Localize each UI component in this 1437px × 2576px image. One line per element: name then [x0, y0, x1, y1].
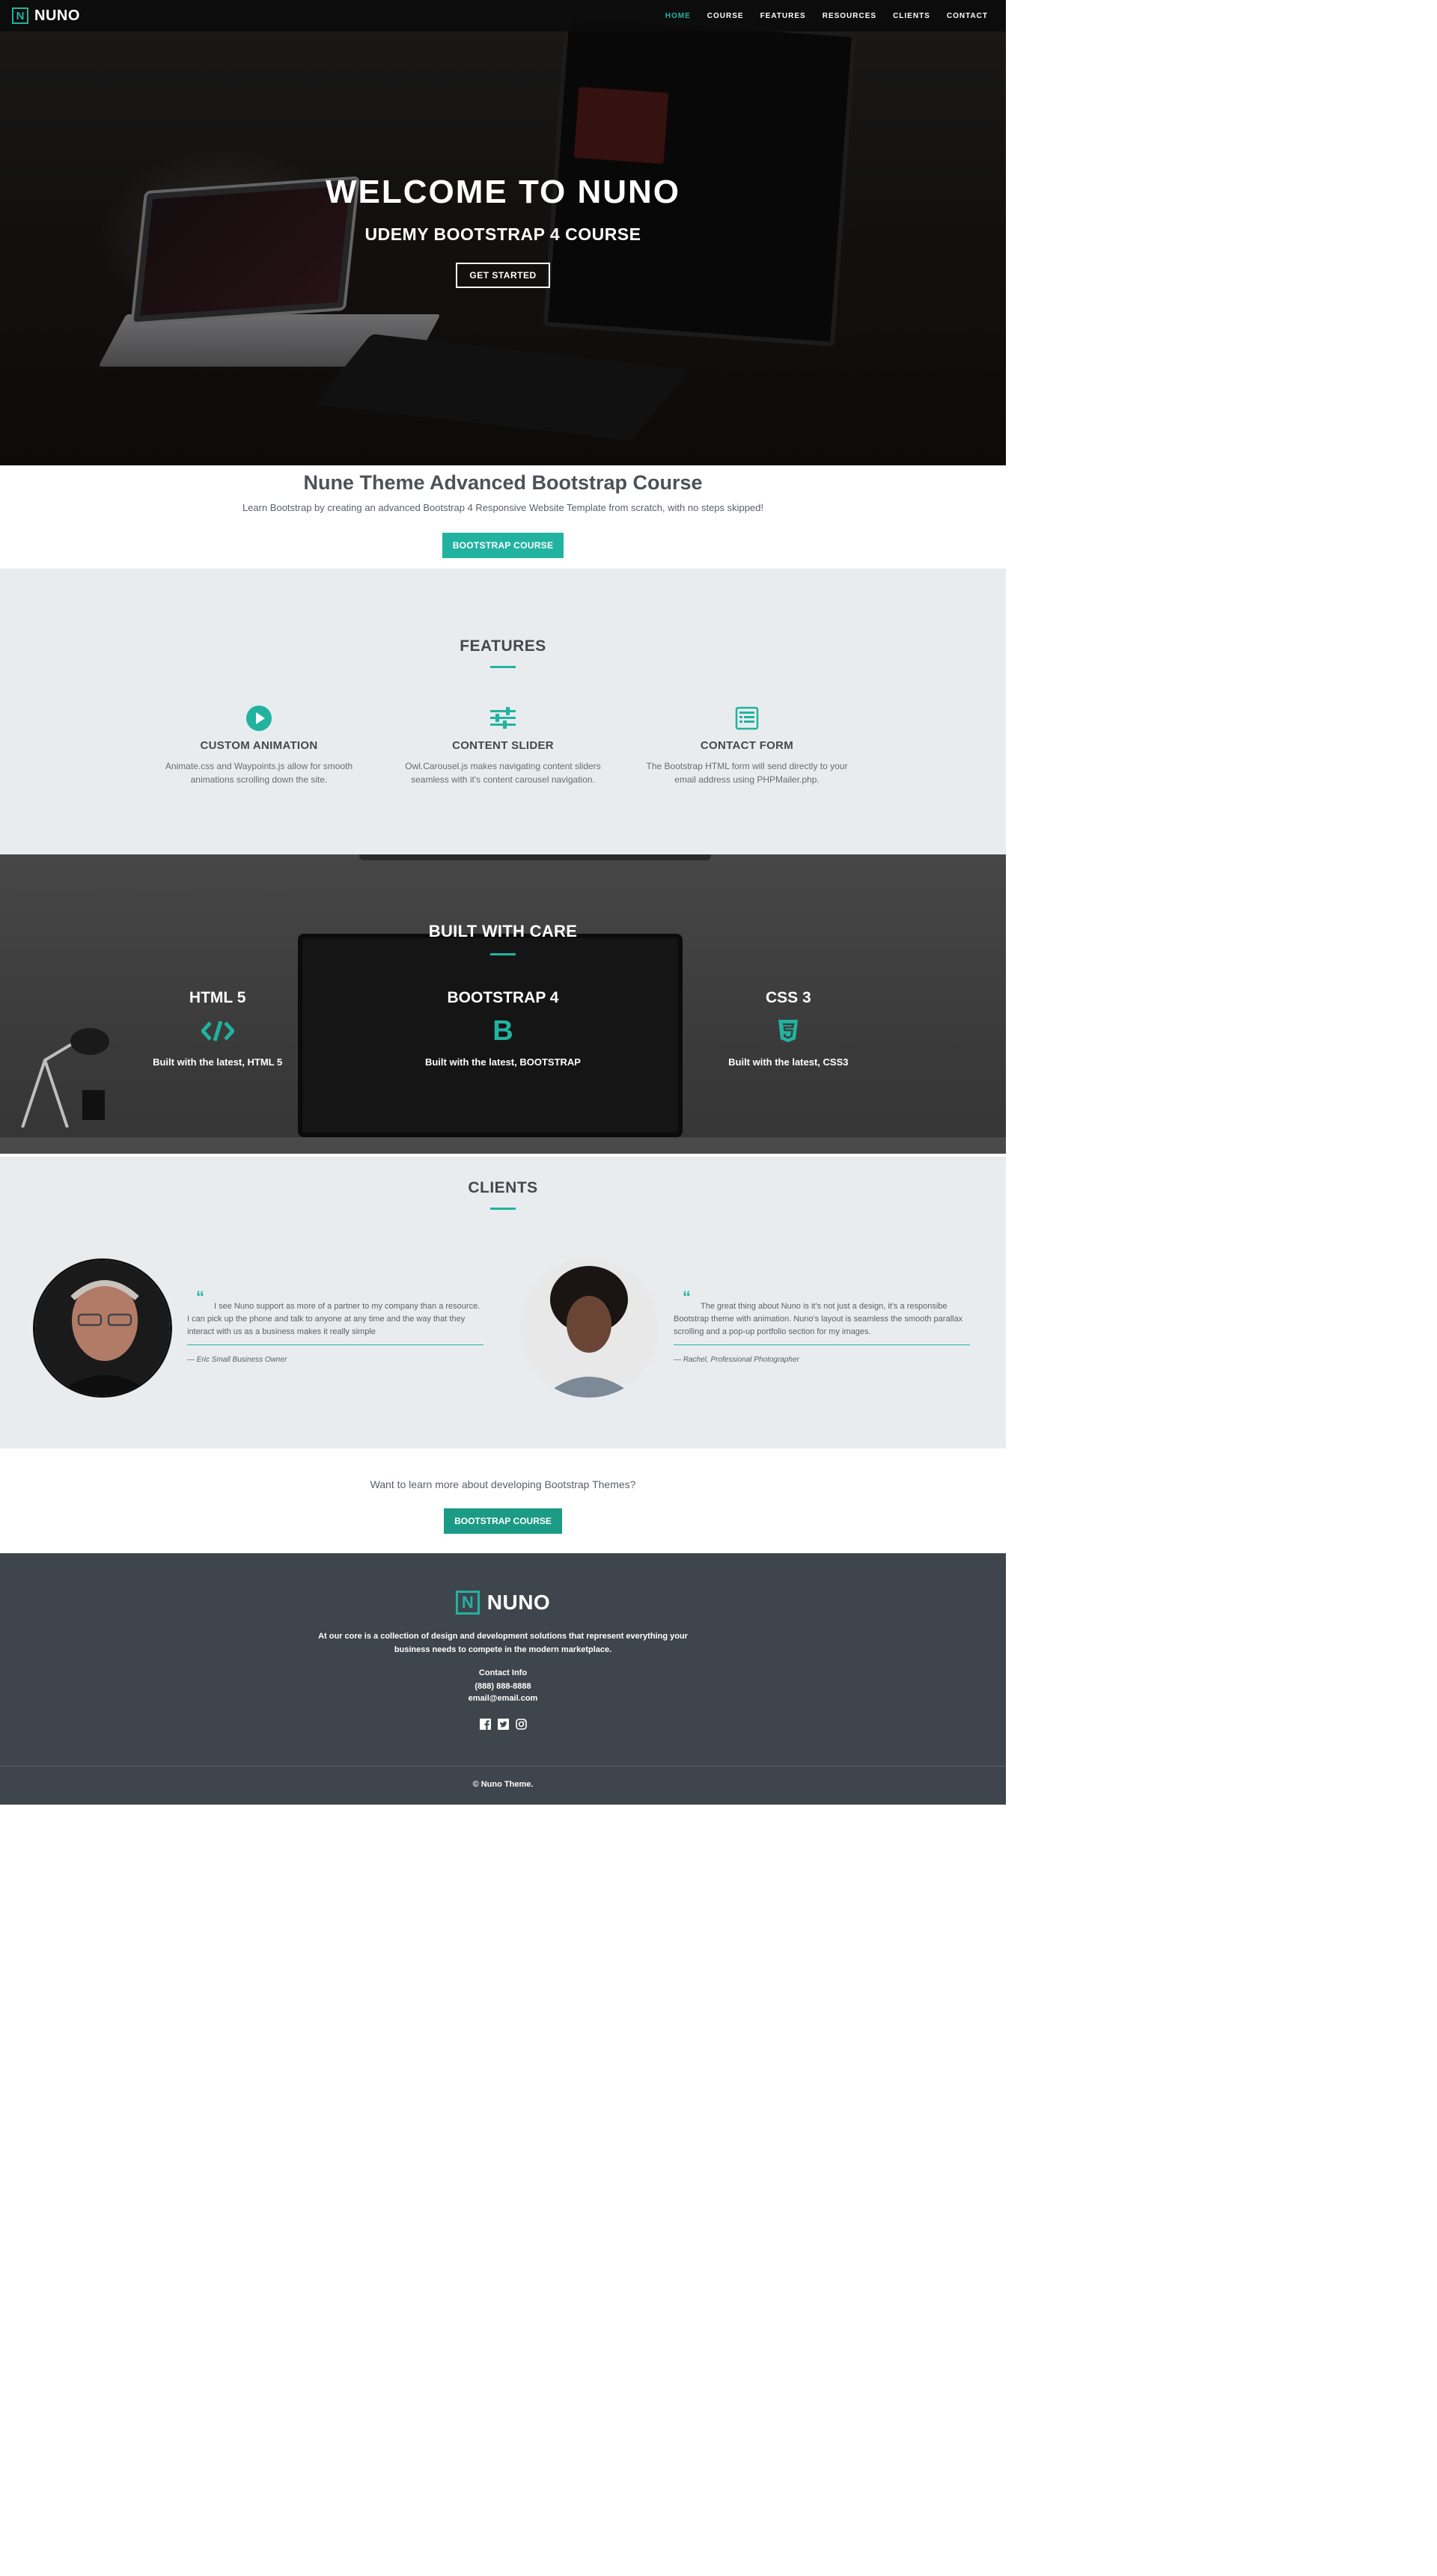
hero-section: WELCOME TO NUNO UDEMY BOOTSTRAP 4 COURSE… — [0, 0, 1006, 465]
tech-title: CSS 3 — [765, 989, 811, 1006]
features-section: FEATURES CUSTOM ANIMATION Animate.css an… — [0, 569, 1006, 854]
twitter-icon[interactable] — [497, 1718, 509, 1730]
footer: N NUNO At our core is a collection of de… — [0, 1553, 1006, 1748]
feature-item: CONTACT FORM The Bootstrap HTML form wil… — [635, 703, 859, 786]
avatar — [33, 1258, 172, 1398]
footer-phone[interactable]: (888) 888-8888 — [0, 1680, 1006, 1692]
hero-title: WELCOME TO NUNO — [325, 174, 681, 210]
nav-home[interactable]: HOME — [665, 12, 691, 20]
avatar — [519, 1258, 659, 1398]
feature-title: CONTENT SLIDER — [452, 739, 554, 752]
intro-text: Learn Bootstrap by creating an advanced … — [242, 502, 764, 513]
css3-icon — [683, 1016, 893, 1046]
hero-subtitle: UDEMY BOOTSTRAP 4 COURSE — [364, 224, 641, 244]
play-circle-icon — [244, 703, 274, 733]
clients-section: CLIENTS “ I see Nuno support as more of … — [0, 1157, 1006, 1448]
feature-item: CONTENT SLIDER Owl.Carousel.js makes nav… — [391, 703, 615, 786]
footer-contact-title: Contact Info — [478, 1668, 528, 1677]
tech-text: Built with the latest, BOOTSTRAP — [424, 1056, 581, 1068]
feature-title: CONTACT FORM — [700, 739, 794, 752]
feature-title: CUSTOM ANIMATION — [200, 739, 318, 752]
quote-box: “ I see Nuno support as more of a partne… — [187, 1288, 483, 1364]
built-title: BUILT WITH CARE — [428, 922, 578, 940]
form-icon — [732, 703, 762, 733]
testimonial-2: “ The great thing about Nuno is it's not… — [519, 1258, 970, 1398]
cta-section: Want to learn more about developing Boot… — [0, 1448, 1006, 1553]
tech-item: HTML 5 Built with the latest, HTML 5 — [113, 989, 323, 1068]
features-underline — [490, 666, 516, 668]
quote-text: The great thing about Nuno is it's not j… — [674, 1301, 963, 1336]
built-bottom-strip — [0, 1137, 1006, 1154]
quote-author: — Rachel, Professional Photographer — [674, 1355, 799, 1364]
clients-underline — [490, 1208, 516, 1210]
footer-text: At our core is a collection of design an… — [318, 1632, 688, 1654]
built-underline — [490, 953, 516, 955]
tech-text: Built with the latest, HTML 5 — [153, 1056, 283, 1068]
footer-bottom: © Nuno Theme. — [0, 1766, 1006, 1805]
cta-bootstrap-course-button[interactable]: BOOTSTRAP COURSE — [444, 1508, 562, 1534]
bootstrap-course-button[interactable]: BOOTSTRAP COURSE — [442, 533, 564, 558]
nav-clients[interactable]: CLIENTS — [893, 12, 930, 20]
features-grid: CUSTOM ANIMATION Animate.css and Waypoin… — [147, 703, 859, 786]
nav-features[interactable]: FEATURES — [760, 12, 806, 20]
navbar: N NUNO HOME COURSE FEATURES RESOURCES CL… — [0, 0, 1006, 31]
tech-title: BOOTSTRAP 4 — [447, 989, 559, 1006]
quote-box: “ The great thing about Nuno is it's not… — [674, 1288, 970, 1364]
cta-text: Want to learn more about developing Boot… — [370, 1478, 636, 1490]
nav-links: HOME COURSE FEATURES RESOURCES CLIENTS C… — [665, 12, 994, 20]
tech-title: HTML 5 — [189, 989, 246, 1006]
built-grid: HTML 5 Built with the latest, HTML 5 BOO… — [0, 989, 1006, 1068]
hero-content: WELCOME TO NUNO UDEMY BOOTSTRAP 4 COURSE… — [0, 174, 1006, 288]
features-title: FEATURES — [460, 637, 546, 655]
facebook-icon[interactable] — [479, 1718, 491, 1730]
tech-text: Built with the latest, CSS3 — [728, 1056, 849, 1068]
quote-divider — [187, 1344, 483, 1345]
sliders-icon — [488, 703, 518, 733]
feature-text: Owl.Carousel.js makes navigating content… — [405, 761, 601, 785]
built-section: BUILT WITH CARE HTML 5 Built with the la… — [0, 854, 1006, 1154]
brand[interactable]: N NUNO — [12, 7, 80, 25]
copyright: © Nuno Theme. — [472, 1780, 534, 1789]
quote-divider — [674, 1344, 970, 1345]
bootstrap-icon: B — [492, 1015, 513, 1047]
nav-course[interactable]: COURSE — [707, 12, 744, 20]
tech-item: CSS 3 Built with the latest, CSS3 — [683, 989, 893, 1068]
code-icon — [113, 1016, 323, 1046]
get-started-button[interactable]: GET STARTED — [456, 263, 550, 288]
nav-contact[interactable]: CONTACT — [947, 12, 988, 20]
feature-text: Animate.css and Waypoints.js allow for s… — [165, 761, 353, 785]
social-links — [0, 1718, 1006, 1730]
intro-section: Nune Theme Advanced Bootstrap Course Lea… — [0, 465, 1006, 569]
footer-email[interactable]: email@email.com — [0, 1692, 1006, 1704]
feature-text: The Bootstrap HTML form will send direct… — [646, 761, 848, 785]
intro-title: Nune Theme Advanced Bootstrap Course — [303, 471, 703, 494]
built-bg-shelf — [359, 854, 711, 860]
tech-item: BOOTSTRAP 4 B Built with the latest, BOO… — [398, 989, 608, 1068]
footer-brand-name: NUNO — [486, 1591, 551, 1614]
nav-resources[interactable]: RESOURCES — [823, 12, 876, 20]
quote-text: I see Nuno support as more of a partner … — [187, 1301, 480, 1336]
logo-icon: N — [12, 7, 28, 24]
testimonial-1: “ I see Nuno support as more of a partne… — [33, 1258, 483, 1398]
quote-author: — Eric Small Business Owner — [187, 1355, 287, 1364]
instagram-icon[interactable] — [515, 1718, 527, 1730]
footer-spacer — [0, 1748, 1006, 1766]
footer-brand[interactable]: N NUNO — [0, 1591, 1006, 1615]
footer-logo-icon: N — [455, 1591, 480, 1615]
feature-item: CUSTOM ANIMATION Animate.css and Waypoin… — [147, 703, 371, 786]
clients-title: CLIENTS — [468, 1179, 538, 1196]
brand-name: NUNO — [34, 7, 80, 24]
